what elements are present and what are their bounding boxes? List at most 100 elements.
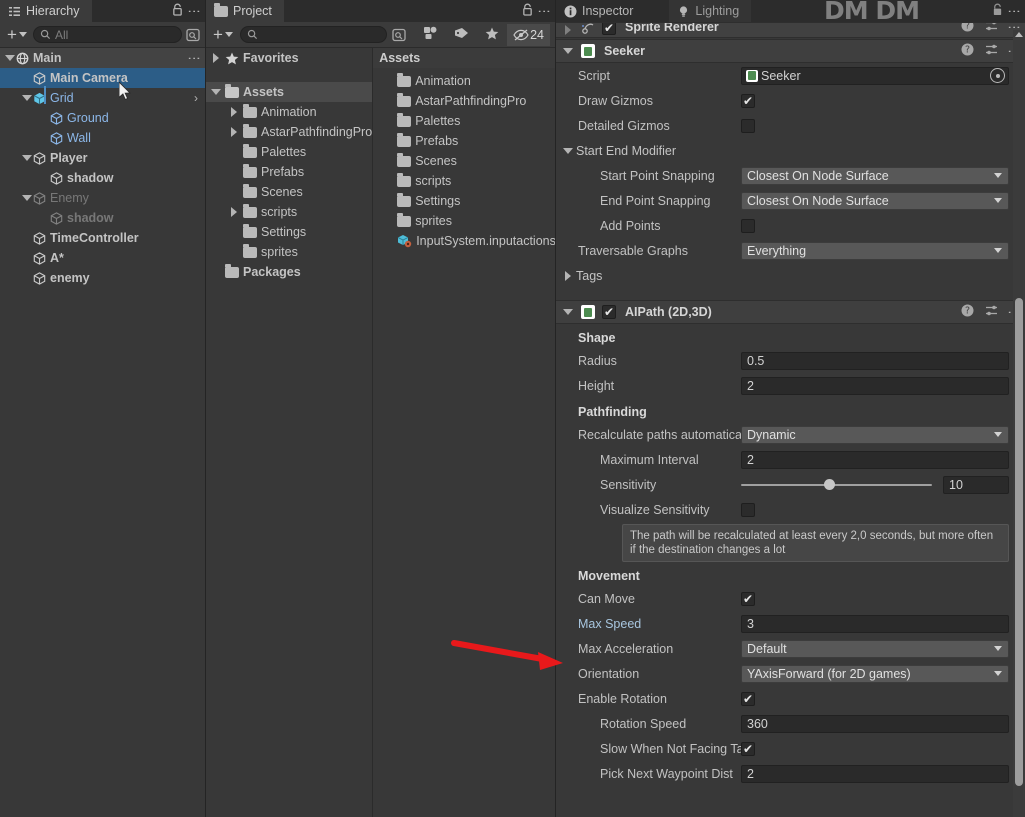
chevron-down-icon[interactable] bbox=[562, 306, 574, 318]
tab-project[interactable]: Project bbox=[206, 0, 284, 22]
radius-input[interactable]: 0.5 bbox=[741, 351, 1009, 370]
project-asset-prefabs[interactable]: Prefabs bbox=[373, 131, 555, 151]
search-scope-icon[interactable] bbox=[186, 28, 200, 42]
scroll-up-arrow[interactable] bbox=[1015, 32, 1023, 37]
hierarchy-menu-icon[interactable]: ⋮ bbox=[187, 5, 202, 18]
slow-when-not-facing-target-checkbox[interactable]: ✔ bbox=[741, 741, 755, 756]
detailed-gizmos-checkbox[interactable] bbox=[741, 118, 755, 133]
script-object-field[interactable]: Seeker bbox=[741, 66, 1009, 85]
create-asset-button[interactable]: + bbox=[211, 26, 235, 44]
can-move-checkbox[interactable]: ✔ bbox=[741, 591, 755, 606]
start-point-snapping-dropdown[interactable]: Closest On Node Surface bbox=[741, 166, 1009, 185]
chevron-down-icon[interactable] bbox=[4, 52, 16, 64]
chevron-down-icon[interactable] bbox=[21, 92, 33, 104]
project-tree-item-scripts[interactable]: scripts bbox=[206, 202, 372, 222]
tab-inspector[interactable]: Inspector bbox=[556, 0, 646, 22]
slider-knob[interactable] bbox=[823, 479, 835, 490]
project-tree-item-animation[interactable]: Animation bbox=[206, 102, 372, 122]
help-icon[interactable]: ? bbox=[961, 43, 974, 59]
favorite-filter-icon[interactable] bbox=[477, 27, 507, 43]
preset-icon[interactable] bbox=[985, 304, 999, 320]
orientation-dropdown[interactable]: YAxisForward (for 2D games) bbox=[741, 664, 1009, 683]
sensitivity-input[interactable]: 10 bbox=[943, 475, 1009, 494]
max-acceleration-dropdown[interactable]: Default bbox=[741, 639, 1009, 658]
chevron-down-icon[interactable] bbox=[562, 145, 574, 157]
inspector-scroll-thumb[interactable] bbox=[1015, 298, 1023, 786]
chevron-down-icon[interactable] bbox=[21, 152, 33, 164]
preset-icon[interactable] bbox=[985, 43, 999, 59]
label-filter-icon[interactable] bbox=[446, 27, 477, 42]
hierarchy-item-wall[interactable]: Wall bbox=[0, 128, 205, 148]
project-asset-sprites[interactable]: sprites bbox=[373, 211, 555, 231]
chevron-right-icon[interactable] bbox=[562, 24, 574, 36]
project-search-input[interactable] bbox=[239, 26, 388, 43]
project-tree-item-sprites[interactable]: sprites bbox=[206, 242, 372, 262]
chevron-right-icon[interactable] bbox=[562, 270, 574, 282]
hierarchy-item-player[interactable]: Player bbox=[0, 148, 205, 168]
search-scope-icon[interactable] bbox=[392, 28, 406, 42]
pick-next-waypoint-dist-input[interactable]: 2 bbox=[741, 764, 1009, 783]
project-tree-item-favorites[interactable]: Favorites bbox=[206, 48, 372, 68]
project-tree-item-packages[interactable]: Packages bbox=[206, 262, 372, 282]
project-menu-icon[interactable]: ⋮ bbox=[537, 5, 552, 18]
chevron-down-icon[interactable] bbox=[562, 45, 574, 57]
hierarchy-item-enemy[interactable]: Enemy bbox=[0, 188, 205, 208]
project-asset-scripts[interactable]: scripts bbox=[373, 171, 555, 191]
project-tree-item-astarpathfindingpro[interactable]: AstarPathfindingPro bbox=[206, 122, 372, 142]
chevron-right-icon[interactable] bbox=[228, 206, 240, 218]
hierarchy-item-a-[interactable]: A* bbox=[0, 248, 205, 268]
project-asset-animation[interactable]: Animation bbox=[373, 71, 555, 91]
sprite-renderer-component-header[interactable]: ✔ Sprite Renderer ? ⋮ bbox=[556, 22, 1025, 38]
aipath-component-header[interactable]: ✔AIPath (2D,3D) ? ⋮ bbox=[556, 300, 1025, 324]
inspector-menu-icon[interactable]: ⋮ bbox=[1007, 5, 1022, 18]
add-gameobject-button[interactable]: + bbox=[5, 26, 29, 44]
help-icon[interactable]: ? bbox=[961, 23, 974, 35]
object-picker-icon[interactable] bbox=[990, 68, 1005, 83]
end-point-snapping-dropdown[interactable]: Closest On Node Surface bbox=[741, 191, 1009, 210]
traversable-graphs-dropdown[interactable]: Everything bbox=[741, 241, 1009, 260]
breadcrumb[interactable]: Assets bbox=[373, 48, 555, 68]
foldout-tags[interactable]: Tags bbox=[556, 263, 1025, 288]
height-input[interactable]: 2 bbox=[741, 376, 1009, 395]
prefab-open-chevron-icon[interactable]: › bbox=[194, 91, 198, 105]
hierarchy-item-main[interactable]: Main ⋮ bbox=[0, 48, 205, 68]
foldout-start-end-modifier[interactable]: Start End Modifier bbox=[556, 138, 1025, 163]
rotation-speed-input[interactable]: 360 bbox=[741, 714, 1009, 733]
lock-icon[interactable] bbox=[992, 3, 1003, 19]
max-speed-input[interactable]: 3 bbox=[741, 614, 1009, 633]
tab-hierarchy[interactable]: Hierarchy bbox=[0, 0, 92, 22]
lock-icon[interactable] bbox=[522, 3, 533, 19]
seeker-component-header[interactable]: Seeker ? ⋮ bbox=[556, 39, 1025, 63]
project-tree-item-prefabs[interactable]: Prefabs bbox=[206, 162, 372, 182]
draw-gizmos-checkbox[interactable]: ✔ bbox=[741, 93, 755, 108]
tab-lighting[interactable]: Lighting bbox=[669, 0, 752, 22]
asset-filter-icon[interactable] bbox=[415, 26, 446, 43]
chevron-right-icon[interactable] bbox=[210, 52, 222, 64]
inspector-scrollbar[interactable] bbox=[1013, 30, 1025, 817]
help-icon[interactable]: ? bbox=[961, 304, 974, 320]
aipath-component-enabled-checkbox[interactable]: ✔ bbox=[602, 305, 616, 319]
visualize-sensitivity-checkbox[interactable] bbox=[741, 502, 755, 517]
preset-icon[interactable] bbox=[985, 23, 999, 35]
chevron-down-icon[interactable] bbox=[21, 192, 33, 204]
lock-icon[interactable] bbox=[172, 3, 183, 19]
hierarchy-item-shadow[interactable]: shadow bbox=[0, 168, 205, 188]
recalculate-paths-automatically-dropdown[interactable]: Dynamic bbox=[741, 425, 1009, 444]
project-asset-scenes[interactable]: Scenes bbox=[373, 151, 555, 171]
enable-rotation-checkbox[interactable]: ✔ bbox=[741, 691, 755, 706]
project-tree-item-scenes[interactable]: Scenes bbox=[206, 182, 372, 202]
add-points-checkbox[interactable] bbox=[741, 218, 755, 233]
project-tree-item-palettes[interactable]: Palettes bbox=[206, 142, 372, 162]
project-tree-item-assets[interactable]: Assets bbox=[206, 82, 373, 102]
project-asset-palettes[interactable]: Palettes bbox=[373, 111, 555, 131]
project-tree-item-settings[interactable]: Settings bbox=[206, 222, 372, 242]
sprite-renderer-enabled-checkbox[interactable]: ✔ bbox=[602, 23, 616, 35]
chevron-right-icon[interactable] bbox=[228, 126, 240, 138]
hierarchy-item-main-camera[interactable]: Main Camera bbox=[0, 68, 205, 88]
chevron-down-icon[interactable] bbox=[210, 86, 222, 98]
project-asset-settings[interactable]: Settings bbox=[373, 191, 555, 211]
maximum-interval-input[interactable]: 2 bbox=[741, 450, 1009, 469]
hierarchy-item-enemy[interactable]: enemy bbox=[0, 268, 205, 288]
project-tree-item-spacer[interactable] bbox=[206, 68, 372, 82]
hierarchy-search-input[interactable]: All bbox=[32, 26, 182, 43]
